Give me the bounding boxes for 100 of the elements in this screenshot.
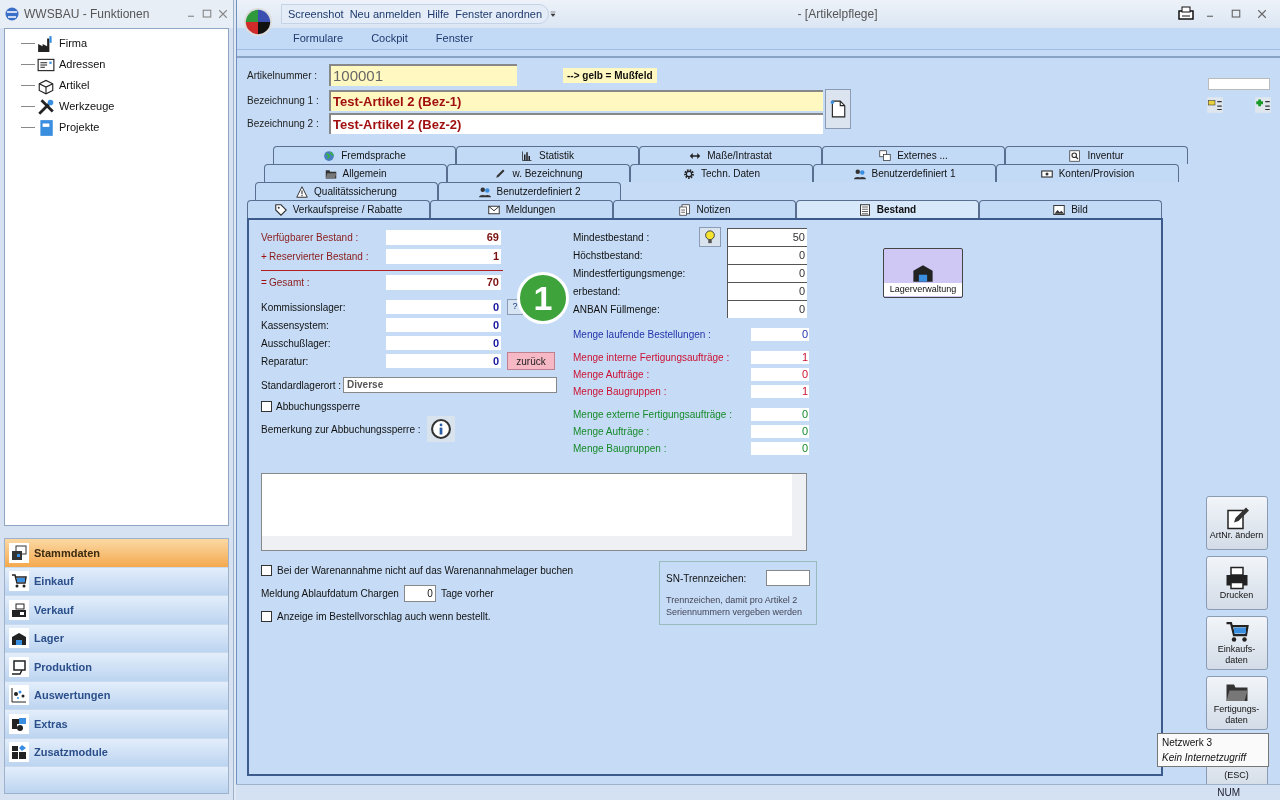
tab[interactable]: Statistik	[456, 146, 639, 164]
tree-item[interactable]: Projekte	[59, 119, 100, 136]
field-label: Kassensystem:	[261, 318, 330, 333]
tab[interactable]: Benutzerdefiniert 1	[813, 164, 996, 182]
nav-button[interactable]: Produktion	[5, 653, 228, 681]
description-field[interactable]: Test-Artikel 2 (Bez-2)	[329, 112, 823, 134]
folder-icon	[324, 167, 337, 180]
tree-item[interactable]: Adressen	[59, 56, 106, 73]
tab[interactable]: Fremdsprache	[273, 146, 456, 164]
quantity-label: Menge laufende Bestellungen :	[573, 328, 712, 342]
checkbox[interactable]	[261, 611, 272, 622]
stock-value-field: 0	[386, 336, 501, 350]
tab[interactable]: Maße/Intrastat	[639, 146, 822, 164]
tab[interactable]: Benutzerdefiniert 2	[438, 182, 621, 200]
tab[interactable]: Inventur	[1005, 146, 1188, 164]
document-icon	[829, 98, 847, 120]
field-label: erbestand:	[573, 284, 622, 299]
article-number-field[interactable]: 100001	[329, 64, 517, 86]
maximize-icon[interactable]	[1230, 8, 1242, 20]
days-field[interactable]: 0	[403, 585, 436, 602]
description-field[interactable]: Test-Artikel 2 (Bez-1)	[329, 89, 823, 111]
list-remove-icon[interactable]	[1206, 96, 1224, 114]
back-button[interactable]: zurück	[507, 352, 555, 370]
storage-location-field[interactable]: Diverse	[343, 377, 558, 393]
tab[interactable]: Bild	[979, 200, 1162, 218]
dropdown-arrow-icon[interactable]	[549, 10, 558, 18]
tab[interactable]: w. Bezeichnung	[447, 164, 630, 182]
tab[interactable]: Externes ...	[822, 146, 1005, 164]
new-document-button[interactable]	[825, 89, 851, 129]
warning-icon	[296, 185, 309, 198]
toolbar-link[interactable]: Hilfe	[427, 5, 450, 23]
limit-value-field[interactable]: 0	[727, 300, 807, 318]
quantity-label: Menge Aufträge :	[573, 425, 651, 439]
notes-textarea[interactable]	[261, 473, 807, 551]
note-icon	[678, 203, 691, 216]
toolbar-link[interactable]: Screenshot	[288, 5, 344, 23]
field-label: Meldung Ablaufdatum Chargen	[261, 587, 399, 601]
users-icon	[478, 185, 491, 198]
hint-button[interactable]	[699, 227, 721, 247]
tab[interactable]: Verkaufspreise / Rabatte	[247, 200, 430, 218]
tab[interactable]: Qualitätssicherung	[255, 182, 438, 200]
nav-button[interactable]: Verkauf	[5, 596, 228, 624]
notebook-icon	[37, 118, 55, 137]
limit-value-field[interactable]: 50	[727, 228, 807, 246]
vertical-scrollbar[interactable]	[792, 474, 806, 550]
search-icon	[1069, 149, 1082, 162]
tab[interactable]: Allgemein	[264, 164, 447, 182]
list-add-icon[interactable]	[1254, 96, 1272, 114]
tooltip-title: Netzwerk 3	[1162, 736, 1213, 750]
close-icon[interactable]	[1256, 8, 1268, 20]
tab[interactable]: Techn. Daten	[630, 164, 813, 182]
limit-value-field[interactable]: 0	[727, 282, 807, 300]
warehouse-management-button[interactable]: Lagerverwaltung	[883, 248, 963, 298]
quantity-value: 0	[751, 328, 809, 341]
puzzle-icon	[11, 715, 27, 732]
close-icon[interactable]	[217, 8, 229, 20]
tab[interactable]: Meldungen	[430, 200, 613, 218]
tab[interactable]: Bestand	[796, 200, 979, 218]
info-icon	[430, 418, 452, 440]
stock-value-field: 69	[386, 230, 501, 245]
nav-button[interactable]: Einkauf	[5, 567, 228, 595]
search-field[interactable]	[1208, 78, 1270, 90]
toolbar-link[interactable]: Fenster anordnen	[455, 5, 543, 23]
checkbox[interactable]	[261, 565, 272, 576]
horizontal-scrollbar[interactable]	[262, 536, 792, 550]
separator-field[interactable]	[766, 570, 810, 586]
tree-item[interactable]: Firma	[59, 35, 88, 52]
maximize-icon[interactable]	[201, 8, 213, 20]
menu-item[interactable]: Cockpit	[371, 30, 408, 47]
legend-note: --> gelb = Mußfeld	[563, 67, 657, 83]
tab[interactable]: Konten/Provision	[996, 164, 1179, 182]
toolbar-button[interactable]: ArtNr. ändern	[1205, 496, 1268, 550]
toolbar-button[interactable]: Fertigungs-daten	[1205, 676, 1268, 730]
nav-button[interactable]: Stammdaten	[5, 539, 228, 567]
nav-button[interactable]: Lager	[5, 624, 228, 652]
nav-button[interactable]: Extras	[5, 710, 228, 738]
info-button[interactable]	[427, 416, 455, 442]
quantity-label: Menge Baugruppen :	[573, 385, 668, 399]
toolbar-link[interactable]: Neu anmelden	[349, 5, 422, 23]
quantity-label: Menge interne Fertigungsaufträge :	[573, 351, 731, 365]
shopping-cart-icon	[11, 573, 27, 590]
checkbox-label: Anzeige im Bestellvorschlag auch wenn bestellt.	[277, 610, 491, 624]
printer-icon[interactable]	[1178, 6, 1194, 22]
tab[interactable]: Notizen	[613, 200, 796, 218]
quantity-value: 0	[751, 408, 809, 421]
toolbar-button[interactable]: Drucken	[1205, 556, 1268, 610]
menu-item[interactable]: Formulare	[293, 30, 344, 47]
limit-value-field[interactable]: 0	[727, 264, 807, 282]
tree-item[interactable]: Werkzeuge	[59, 98, 115, 115]
stock-value-field: 0	[386, 354, 501, 368]
toolbar-button[interactable]: Einkaufs-daten	[1205, 616, 1268, 670]
checkbox[interactable]	[261, 400, 272, 412]
limit-value-field[interactable]: 0	[727, 246, 807, 264]
nav-button[interactable]: Auswertungen	[5, 681, 228, 709]
nav-button[interactable]: Zusatzmodule	[5, 738, 228, 766]
menu-item[interactable]: Fenster	[435, 30, 474, 47]
tree-item[interactable]: Artikel	[59, 77, 90, 94]
field-label: Standardlagerort :	[261, 378, 342, 393]
field-label: Ausschußlager:	[261, 336, 332, 351]
bar-chart-icon	[521, 149, 533, 162]
